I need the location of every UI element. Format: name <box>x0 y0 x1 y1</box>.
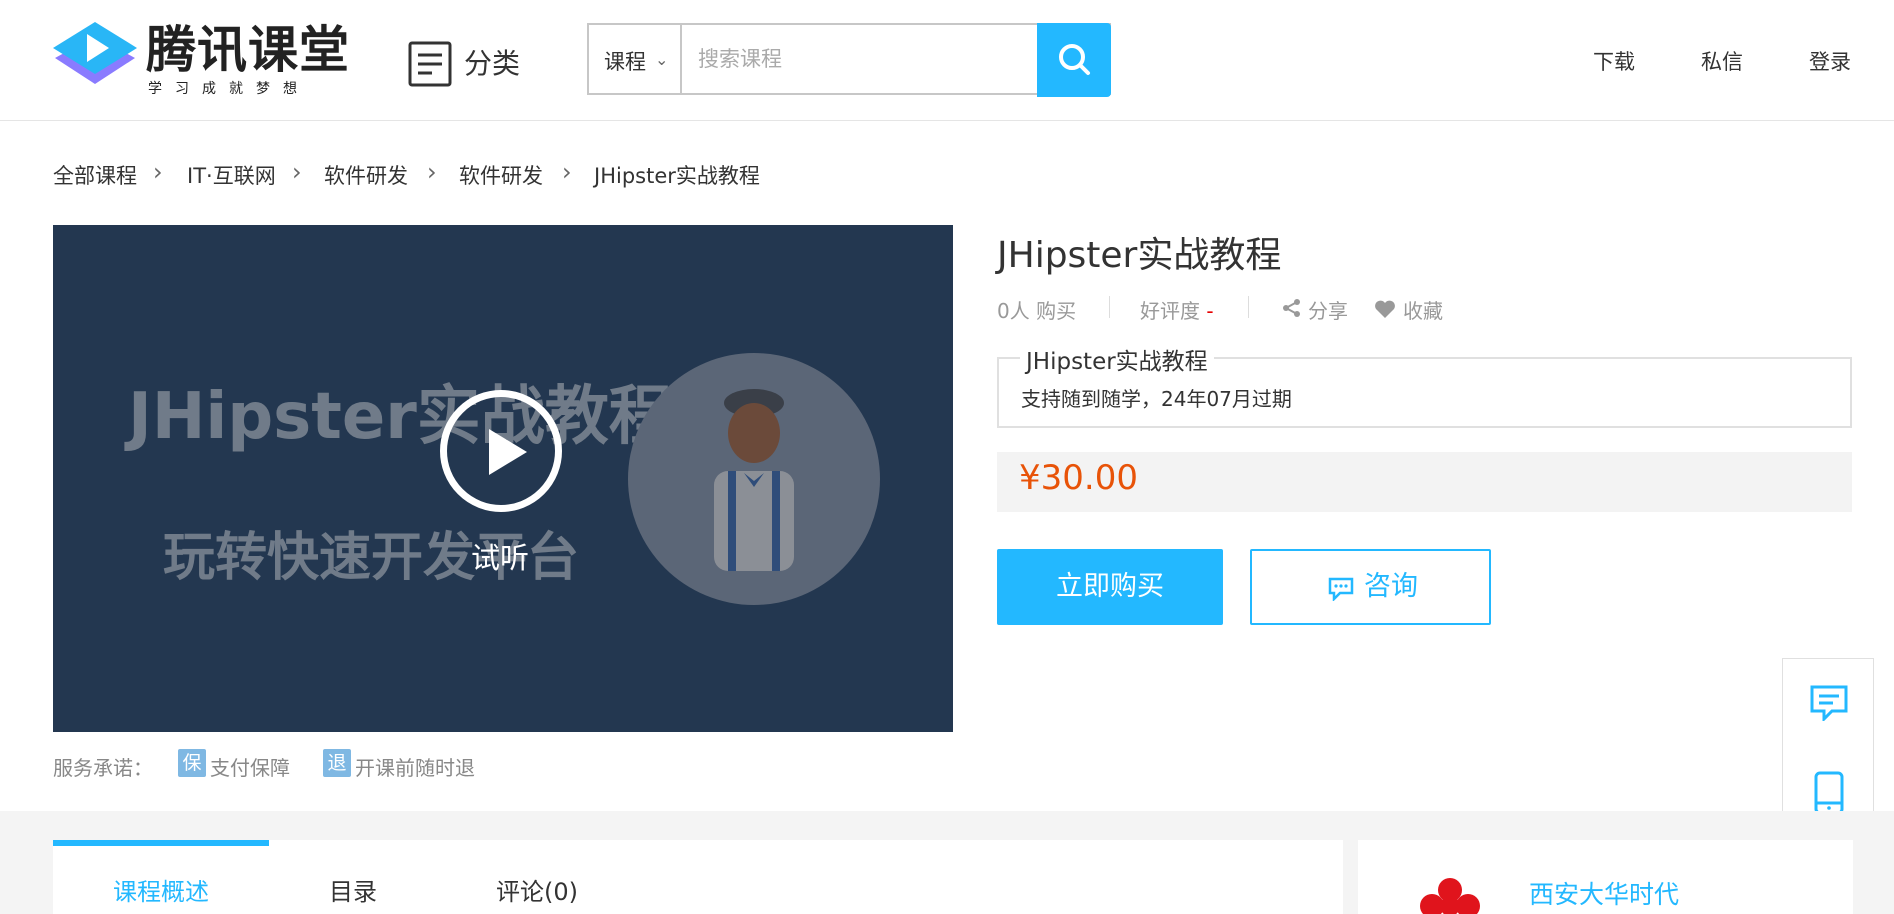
package-title: JHipster实战教程 <box>1020 342 1214 376</box>
search-icon <box>1059 44 1090 75</box>
share-icon[interactable] <box>1282 298 1302 318</box>
tab-comments[interactable]: 评论(0) <box>496 872 578 907</box>
active-tab-indicator <box>53 840 269 846</box>
nav-download[interactable]: 下载 <box>1593 46 1635 76</box>
share-button[interactable]: 分享 <box>1308 295 1348 324</box>
logo-slogan: 学习成就梦想 <box>148 81 310 97</box>
search-input[interactable] <box>686 26 1036 92</box>
rating-label: 好评度 <box>1140 299 1200 323</box>
instructor-avatar <box>628 353 880 605</box>
divider <box>1248 296 1249 318</box>
trial-label[interactable]: 试听 <box>471 535 529 577</box>
consult-label: 咨询 <box>1364 571 1418 602</box>
category-list-icon[interactable] <box>408 41 452 87</box>
payment-guarantee-text: 支付保障 <box>210 756 290 780</box>
mobile-icon[interactable] <box>1814 771 1844 815</box>
breadcrumb-item[interactable]: 软件研发 <box>459 160 543 190</box>
consult-button[interactable]: 咨询 <box>1250 549 1491 625</box>
instructor-illustration <box>714 389 794 571</box>
play-icon <box>489 429 527 475</box>
buy-now-button[interactable]: 立即购买 <box>997 549 1223 625</box>
nav-messages[interactable]: 私信 <box>1701 46 1743 76</box>
top-header: 腾讯课堂 学习成就梦想 分类 课程 ⌄ 下载 私信 登录 <box>0 0 1894 121</box>
package-description: 支持随到随学，24年07月过期 <box>1021 387 1292 411</box>
nav-login[interactable]: 登录 <box>1809 46 1851 76</box>
chevron-right-icon: › <box>153 158 163 186</box>
payment-guarantee-icon: 保 <box>178 749 206 777</box>
search-button[interactable] <box>1037 23 1111 97</box>
breadcrumb-item[interactable]: IT·互联网 <box>187 160 276 190</box>
play-button[interactable] <box>440 390 562 512</box>
course-title: JHipster实战教程 <box>997 235 1282 276</box>
breadcrumb-current: JHipster实战教程 <box>594 164 760 188</box>
organization-logo[interactable] <box>1417 876 1483 914</box>
service-promise-label: 服务承诺： <box>53 756 153 780</box>
search-divider <box>680 25 682 93</box>
logo-icon[interactable] <box>53 22 137 98</box>
breadcrumb-item[interactable]: 软件研发 <box>324 160 408 190</box>
price: ¥30.00 <box>1019 458 1138 498</box>
chat-bubble-icon <box>1328 577 1354 601</box>
rating-value: - <box>1206 299 1214 323</box>
logo-text[interactable]: 腾讯课堂 <box>146 20 350 80</box>
video-player[interactable]: JHipster实战教程 玩转快速开发平台 试听 <box>53 225 953 732</box>
chevron-right-icon: › <box>427 158 437 186</box>
refund-icon: 退 <box>323 749 351 777</box>
chevron-right-icon: › <box>292 158 302 186</box>
breadcrumb-item[interactable]: 全部课程 <box>53 160 137 190</box>
heart-icon[interactable] <box>1374 299 1396 319</box>
favorite-button[interactable]: 收藏 <box>1403 295 1443 324</box>
search-type-select[interactable]: 课程 <box>604 46 646 76</box>
feedback-icon[interactable] <box>1810 685 1848 721</box>
rating: 好评度 - <box>1140 295 1214 324</box>
course-tabs <box>53 840 1343 914</box>
tab-overview[interactable]: 课程概述 <box>113 872 209 907</box>
category-label[interactable]: 分类 <box>464 42 520 82</box>
chevron-right-icon: › <box>562 158 572 186</box>
divider <box>1109 296 1110 318</box>
buyer-count: 0人 购买 <box>997 299 1077 323</box>
video-overlay-title: JHipster实战教程 <box>128 380 673 454</box>
organization-name[interactable]: 西安大华时代 <box>1529 875 1679 911</box>
chevron-down-icon[interactable]: ⌄ <box>655 50 668 69</box>
tab-catalog[interactable]: 目录 <box>329 872 377 907</box>
refund-text: 开课前随时退 <box>355 756 475 780</box>
